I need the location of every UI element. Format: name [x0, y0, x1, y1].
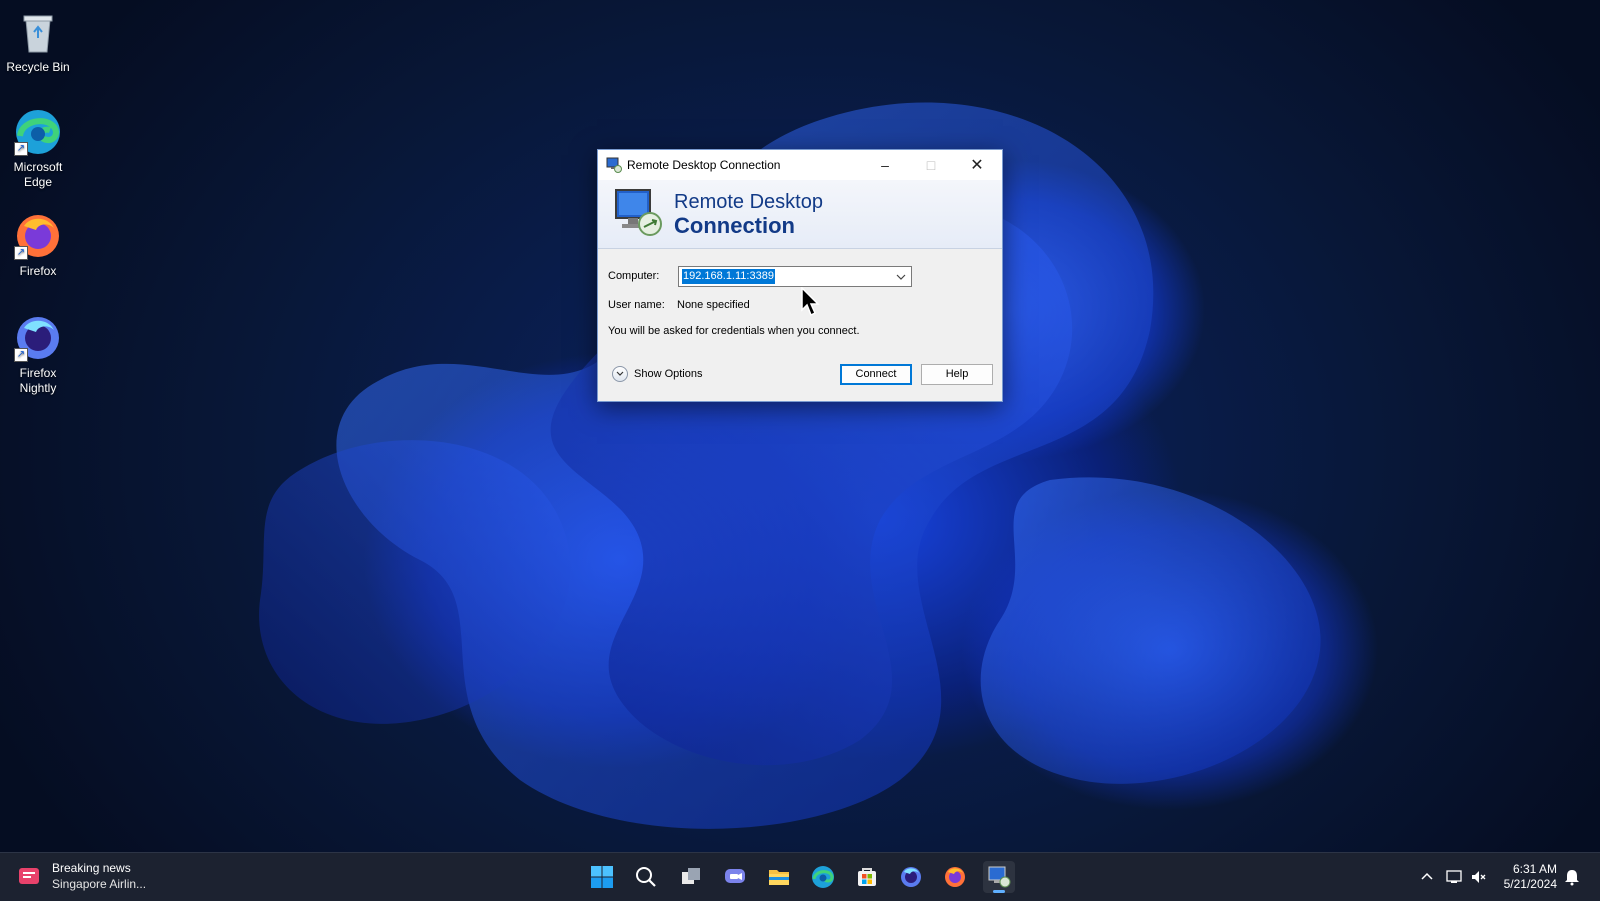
search-button[interactable]: [630, 861, 662, 893]
remote-desktop-logo-icon: [612, 186, 664, 238]
chevron-down-icon[interactable]: [894, 270, 908, 284]
desktop-icon-label: Firefox: [19, 264, 57, 278]
edge-taskbar-button[interactable]: [807, 861, 839, 893]
maximize-button: □: [908, 150, 954, 180]
file-explorer-icon: [769, 870, 789, 885]
username-label: User name:: [608, 299, 665, 311]
network-icon: [1446, 870, 1462, 883]
edge-icon: [812, 866, 834, 888]
help-button[interactable]: Help: [921, 364, 993, 385]
desktop-icon-recycle-bin[interactable]: Recycle Bin: [0, 8, 77, 75]
remote-desktop-icon: [988, 866, 1011, 888]
shortcut-arrow-icon: ↗: [14, 348, 28, 362]
close-icon: ✕: [970, 157, 984, 174]
file-explorer-button[interactable]: [763, 861, 795, 893]
firefox-taskbar-button[interactable]: [939, 861, 971, 893]
desktop-icon-label: Recycle Bin: [6, 60, 70, 74]
clock-date: 5/21/2024: [1503, 877, 1557, 891]
firefox-icon: [945, 867, 965, 887]
teams-chat-icon: [725, 869, 745, 883]
connect-button[interactable]: Connect: [840, 364, 912, 385]
system-clock[interactable]: 6:31 AM 5/21/2024: [1504, 862, 1557, 892]
news-title: Breaking news: [52, 861, 131, 875]
minimize-icon: –: [881, 157, 889, 173]
task-view-icon: [682, 868, 700, 884]
teams-chat-button[interactable]: [719, 861, 751, 893]
taskbar: Breaking news Singapore Airlin... 6:31 A…: [0, 852, 1600, 901]
close-button[interactable]: ✕: [954, 150, 1000, 180]
dialog-banner: Remote Desktop Connection: [598, 180, 1002, 249]
news-widget[interactable]: Breaking news Singapore Airlin...: [18, 860, 146, 892]
start-icon: [591, 866, 613, 888]
task-view-button[interactable]: [675, 861, 707, 893]
shortcut-arrow-icon: ↗: [14, 142, 28, 156]
desktop-icon-firefox[interactable]: ↗ Firefox: [0, 212, 77, 279]
edge-icon: ↗: [14, 108, 62, 156]
computer-input-value[interactable]: 192.168.1.11:3389: [682, 269, 775, 284]
show-hidden-icons-button[interactable]: [1418, 868, 1436, 886]
desktop-wallpaper: [0, 0, 1600, 852]
notification-bell-icon: [1565, 870, 1579, 886]
banner-title-line1: Remote Desktop: [674, 191, 823, 213]
news-icon: [18, 865, 42, 889]
chevron-up-icon: [1421, 872, 1433, 880]
username-value: None specified: [677, 299, 750, 311]
notification-center-button[interactable]: [1563, 868, 1581, 886]
expand-options-icon: [612, 366, 628, 382]
start-button[interactable]: [586, 861, 618, 893]
dialog-title: Remote Desktop Connection: [627, 158, 781, 172]
mouse-pointer-icon: [801, 286, 823, 322]
shortcut-arrow-icon: ↗: [14, 246, 28, 260]
minimize-button[interactable]: –: [862, 150, 908, 180]
desktop-icon-microsoft-edge[interactable]: ↗ Microsoft Edge: [0, 108, 77, 190]
volume-button[interactable]: [1470, 868, 1488, 886]
clock-time: 6:31 AM: [1512, 862, 1557, 876]
show-options-label: Show Options: [634, 368, 703, 380]
speaker-muted-icon: [1472, 871, 1486, 883]
wallpaper-bloom: [259, 102, 1321, 829]
active-app-indicator: [993, 890, 1005, 893]
search-icon: [636, 867, 656, 887]
remote-desktop-dialog: Remote Desktop Connection – □ ✕ Remote D…: [597, 149, 1003, 402]
microsoft-store-icon: [858, 868, 876, 886]
credentials-note: You will be asked for credentials when y…: [608, 325, 860, 337]
firefox-nightly-taskbar-button[interactable]: [895, 861, 927, 893]
show-options-toggle[interactable]: Show Options: [612, 366, 702, 382]
desktop-icon-firefox-nightly[interactable]: ↗ Firefox Nightly: [0, 314, 77, 396]
desktop-icon-label: Microsoft Edge: [13, 160, 63, 189]
firefox-nightly-icon: [901, 867, 921, 887]
remote-desktop-taskbar-button[interactable]: [983, 861, 1015, 893]
firefox-nightly-icon: ↗: [14, 314, 62, 362]
microsoft-store-button[interactable]: [851, 861, 883, 893]
firefox-icon: ↗: [14, 212, 62, 260]
maximize-icon: □: [926, 157, 936, 173]
remote-desktop-app-icon: [606, 157, 622, 173]
recycle-bin-icon: [14, 8, 62, 56]
news-subtitle: Singapore Airlin...: [52, 877, 147, 891]
computer-label: Computer:: [608, 270, 660, 282]
banner-title-line2: Connection: [674, 213, 795, 238]
desktop-icon-label: Firefox Nightly: [19, 366, 57, 395]
computer-combobox[interactable]: 192.168.1.11:3389: [678, 266, 912, 287]
network-button[interactable]: [1445, 868, 1463, 886]
dialog-titlebar[interactable]: Remote Desktop Connection – □ ✕: [598, 150, 1002, 180]
